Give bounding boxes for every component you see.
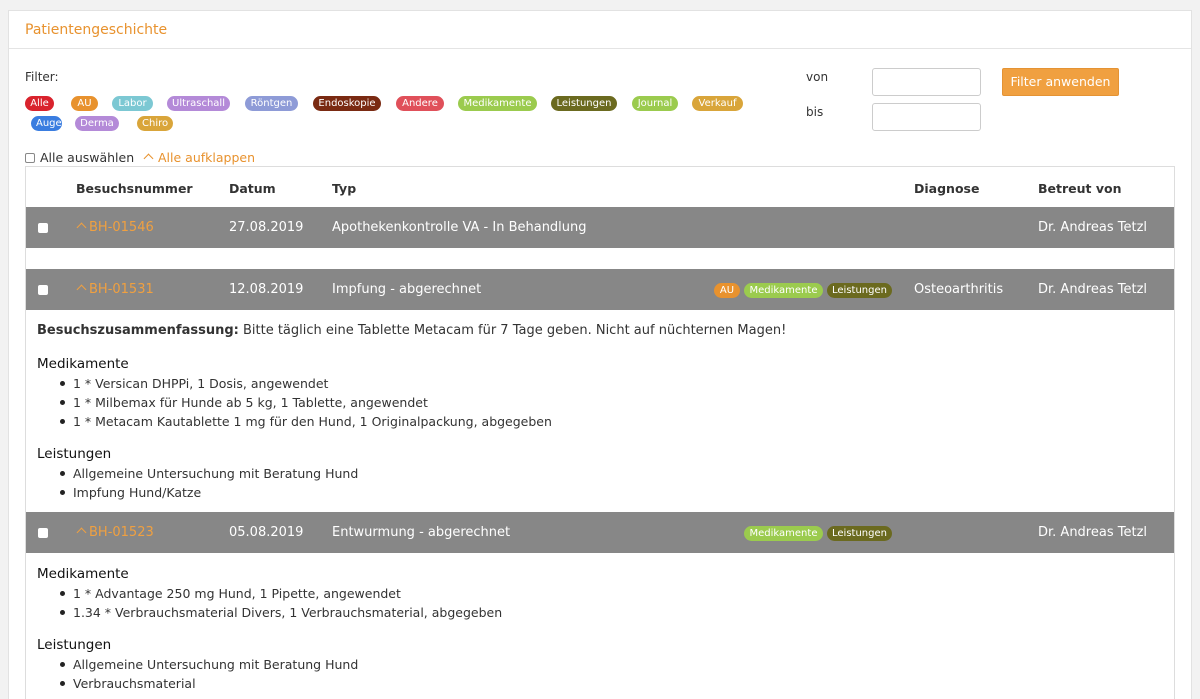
visit-date: 12.08.2019 — [229, 282, 304, 297]
row-checkbox[interactable] — [38, 223, 48, 233]
filter-tag-derma[interactable]: Derma — [75, 116, 119, 131]
visit-number: BH-01531 — [89, 282, 154, 297]
visit-type: Impfung - abgerechnet — [332, 282, 482, 297]
select-all-label: Alle auswählen — [40, 150, 135, 165]
filter-tag-auge[interactable]: Auge — [31, 116, 62, 131]
von-date-input[interactable] — [872, 68, 981, 96]
visit-type: Entwurmung - abgerechnet — [332, 525, 511, 540]
visit-vet: Dr. Andreas Tetzl — [1038, 525, 1148, 540]
list-item: 1 * Milbemax für Hunde ab 5 kg, 1 Tablet… — [37, 393, 552, 412]
visit-date: 05.08.2019 — [229, 525, 304, 540]
row-tag-medikamente: Medikamente — [744, 283, 823, 298]
filter-tag-andere[interactable]: Andere — [396, 96, 444, 111]
visit-summary: Besuchszusammenfassung: Bitte täglich ei… — [37, 323, 786, 338]
medikamente-list: 1 * Advantage 250 mg Hund, 1 Pipette, an… — [37, 584, 502, 622]
chevron-up-icon — [143, 153, 154, 163]
visit-link[interactable]: BH-01523 — [76, 525, 154, 540]
row-tag-leistungen: Leistungen — [827, 283, 892, 298]
von-label: von — [806, 70, 829, 84]
visit-link[interactable]: BH-01546 — [76, 220, 154, 235]
filter-tag-chiro[interactable]: Chiro — [137, 116, 173, 131]
filter-tag-roentgen[interactable]: Röntgen — [245, 96, 298, 111]
header-diagnosis[interactable]: Diagnose — [914, 181, 979, 196]
table-row[interactable]: BH-01523 05.08.2019 Entwurmung - abgerec… — [26, 512, 1174, 553]
patient-history-panel: Patientengeschichte Filter: Alle AU Labo… — [8, 10, 1192, 699]
row-checkbox[interactable] — [38, 285, 48, 295]
filter-label: Filter: — [25, 70, 59, 84]
filter-tag-journal[interactable]: Journal — [632, 96, 678, 111]
chevron-up-icon — [76, 527, 87, 537]
chevron-up-icon — [76, 284, 87, 294]
filter-tag-endoskopie[interactable]: Endoskopie — [313, 96, 381, 111]
list-item: Impfung Hund/Katze — [37, 483, 358, 502]
visit-date: 27.08.2019 — [229, 220, 304, 235]
list-item: Verbrauchsmaterial — [37, 674, 358, 693]
expand-all-link[interactable]: Alle aufklappen — [143, 150, 255, 165]
medikamente-title: Medikamente — [37, 566, 129, 582]
list-item: 1.34 * Verbrauchsmaterial Divers, 1 Verb… — [37, 603, 502, 622]
filter-tag-alle[interactable]: Alle — [25, 96, 54, 111]
table-row[interactable]: BH-01546 27.08.2019 Apothekenkontrolle V… — [26, 207, 1174, 248]
visit-number: BH-01523 — [89, 525, 154, 540]
header-type[interactable]: Typ — [332, 181, 356, 196]
header-visit[interactable]: Besuchsnummer — [76, 181, 193, 196]
visits-table: Besuchsnummer Datum Typ Diagnose Betreut… — [25, 166, 1175, 699]
list-item: 1 * Advantage 250 mg Hund, 1 Pipette, an… — [37, 584, 502, 603]
visit-vet: Dr. Andreas Tetzl — [1038, 220, 1148, 235]
bis-date-input[interactable] — [872, 103, 981, 131]
row-tag-leistungen: Leistungen — [827, 526, 892, 541]
list-item: Allgemeine Untersuchung mit Beratung Hun… — [37, 464, 358, 483]
filter-tag-labor[interactable]: Labor — [112, 96, 153, 111]
leistungen-title: Leistungen — [37, 637, 112, 653]
visit-type: Apothekenkontrolle VA - In Behandlung — [332, 220, 587, 235]
row-tag-medikamente: Medikamente — [744, 526, 823, 541]
expand-all-label: Alle aufklappen — [158, 150, 255, 165]
visit-number: BH-01546 — [89, 220, 154, 235]
filter-tag-leistungen[interactable]: Leistungen — [551, 96, 617, 111]
filter-tag-au[interactable]: AU — [71, 96, 98, 111]
bis-label: bis — [806, 105, 824, 119]
header-vet[interactable]: Betreut von — [1038, 181, 1121, 196]
summary-label: Besuchszusammenfassung: — [37, 323, 239, 338]
panel-title: Patientengeschichte — [25, 22, 168, 38]
row-tag-au: AU — [714, 283, 740, 298]
visit-diagnosis: Osteoarthritis — [914, 282, 1004, 297]
panel-header: Patientengeschichte — [9, 11, 1191, 49]
medikamente-list: 1 * Versican DHPPi, 1 Dosis, angewendet … — [37, 374, 552, 431]
filter-tag-ultraschall[interactable]: Ultraschall — [167, 96, 230, 111]
apply-filter-button[interactable]: Filter anwenden — [1002, 68, 1119, 96]
visit-link[interactable]: BH-01531 — [76, 282, 154, 297]
filter-tag-verkauf[interactable]: Verkauf — [692, 96, 743, 111]
list-item: Allgemeine Untersuchung mit Beratung Hun… — [37, 655, 358, 674]
select-all[interactable]: Alle auswählen — [25, 150, 134, 165]
list-item: 1 * Metacam Kautablette 1 mg für den Hun… — [37, 412, 552, 431]
medikamente-title: Medikamente — [37, 356, 129, 372]
header-date[interactable]: Datum — [229, 181, 276, 196]
filter-tag-medikamente[interactable]: Medikamente — [458, 96, 537, 111]
leistungen-list: Allgemeine Untersuchung mit Beratung Hun… — [37, 655, 358, 693]
checkbox-icon[interactable] — [25, 152, 35, 163]
chevron-up-icon — [76, 222, 87, 232]
table-row[interactable]: BH-01531 12.08.2019 Impfung - abgerechne… — [26, 269, 1174, 310]
row-checkbox[interactable] — [38, 528, 48, 538]
list-item: 1 * Versican DHPPi, 1 Dosis, angewendet — [37, 374, 552, 393]
leistungen-title: Leistungen — [37, 446, 112, 462]
summary-text: Bitte täglich eine Tablette Metacam für … — [242, 323, 787, 338]
visit-vet: Dr. Andreas Tetzl — [1038, 282, 1148, 297]
leistungen-list: Allgemeine Untersuchung mit Beratung Hun… — [37, 464, 358, 502]
